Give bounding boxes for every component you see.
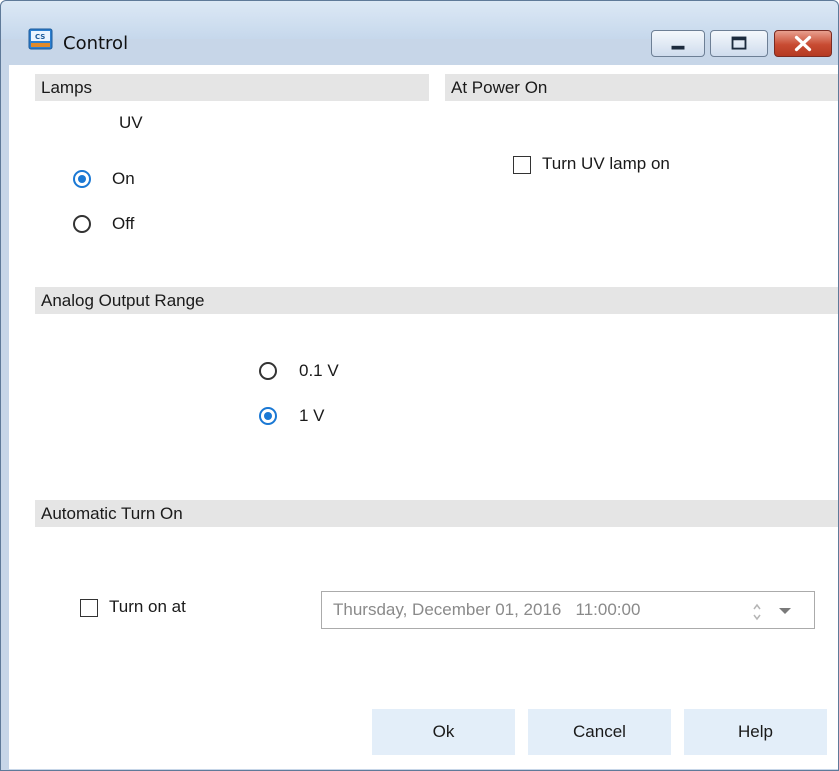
- turn-on-at-label[interactable]: Turn on at: [109, 597, 186, 617]
- turn-on-at-checkbox[interactable]: [80, 599, 98, 617]
- window-title: Control: [63, 33, 129, 54]
- minimize-button[interactable]: [651, 30, 705, 57]
- datetime-value: Thursday, December 01, 2016 11:00:00: [333, 600, 641, 619]
- uv-label: UV: [119, 113, 143, 132]
- power-on-header: At Power On: [445, 74, 838, 101]
- cs-app-icon: CS: [28, 28, 53, 50]
- maximize-button[interactable]: [710, 30, 768, 57]
- datetime-picker[interactable]: Thursday, December 01, 2016 11:00:00: [321, 591, 815, 629]
- help-button[interactable]: Help: [684, 709, 827, 755]
- lamp-off-radio[interactable]: [73, 215, 91, 233]
- turn-uv-lamp-on-checkbox[interactable]: [513, 156, 531, 174]
- lamps-header: Lamps: [35, 74, 429, 101]
- maximize-icon: [731, 36, 747, 50]
- minimize-icon: [671, 45, 685, 50]
- lamp-on-label[interactable]: On: [112, 169, 135, 189]
- svg-text:CS: CS: [35, 33, 45, 41]
- analog-0-1v-radio[interactable]: [259, 362, 277, 380]
- cancel-button[interactable]: Cancel: [528, 709, 671, 755]
- lamp-on-radio[interactable]: [73, 170, 91, 188]
- control-dialog: CS Control Lamps UV On Off At Power On T…: [0, 0, 839, 771]
- dialog-content: Lamps UV On Off At Power On Turn UV lamp…: [9, 65, 838, 769]
- analog-1v-radio[interactable]: [259, 407, 277, 425]
- spin-updown-icon[interactable]: [750, 601, 764, 623]
- chevron-down-icon[interactable]: [778, 606, 792, 616]
- close-button[interactable]: [774, 30, 832, 57]
- analog-output-header: Analog Output Range: [35, 287, 838, 314]
- analog-1v-label[interactable]: 1 V: [299, 406, 325, 426]
- close-icon: [794, 35, 812, 52]
- ok-button[interactable]: Ok: [372, 709, 515, 755]
- lamp-off-label[interactable]: Off: [112, 214, 134, 234]
- turn-uv-lamp-on-label[interactable]: Turn UV lamp on: [542, 154, 670, 174]
- analog-0-1v-label[interactable]: 0.1 V: [299, 361, 339, 381]
- automatic-turn-on-header: Automatic Turn On: [35, 500, 838, 527]
